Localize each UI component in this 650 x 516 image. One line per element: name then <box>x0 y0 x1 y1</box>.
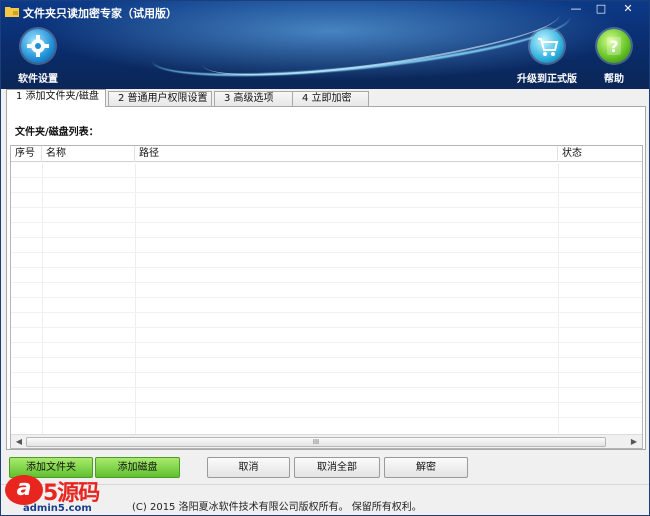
folder-list-table[interactable]: 序号 名称 路径 状态 ◀ III ▶ <box>10 145 643 449</box>
row-divider <box>11 282 642 283</box>
folder-lock-icon <box>5 7 19 17</box>
row-divider <box>11 192 642 193</box>
minimize-button[interactable]: — <box>565 3 587 17</box>
tab-advanced-options[interactable]: 3 高级选项 <box>214 91 294 107</box>
scroll-left-arrow-icon[interactable]: ◀ <box>13 436 25 448</box>
row-divider <box>11 417 642 418</box>
scroll-right-arrow-icon[interactable]: ▶ <box>628 436 640 448</box>
help-label: 帮助 <box>604 74 624 85</box>
table-header: 序号 名称 路径 状态 <box>11 146 642 162</box>
watermark-a-mark: a <box>5 475 43 505</box>
watermark-logo: a 5源码 admin5.com <box>1 471 131 516</box>
horizontal-scrollbar[interactable]: ◀ III ▶ <box>11 434 642 448</box>
row-divider <box>11 357 642 358</box>
column-header-index[interactable]: 序号 <box>11 146 42 162</box>
row-divider <box>11 207 642 208</box>
row-divider <box>11 342 642 343</box>
row-divider <box>11 222 642 223</box>
watermark-url: admin5.com <box>23 503 92 514</box>
header-banner: 文件夹只读加密专家（试用版） — □ ✕ 软件设置 升级到正式版 ? 帮助 <box>1 1 649 89</box>
row-divider <box>11 177 642 178</box>
row-divider <box>11 297 642 298</box>
row-divider <box>11 312 642 313</box>
settings-label: 软件设置 <box>18 74 58 85</box>
tab-add-folder[interactable]: 1 添加文件夹/磁盘 <box>6 89 106 107</box>
decrypt-button[interactable]: 解密 <box>384 457 468 478</box>
list-caption: 文件夹/磁盘列表： <box>15 127 99 138</box>
tab-encrypt-now[interactable]: 4 立即加密 <box>292 91 369 107</box>
maximize-button[interactable]: □ <box>590 3 612 17</box>
shopping-cart-icon <box>530 29 564 63</box>
row-divider <box>11 372 642 373</box>
upgrade-label: 升级到正式版 <box>517 74 577 85</box>
close-button[interactable]: ✕ <box>617 3 639 17</box>
help-button[interactable]: ? 帮助 <box>579 29 649 85</box>
column-divider <box>135 163 136 434</box>
settings-button[interactable]: 软件设置 <box>3 29 73 85</box>
column-header-path[interactable]: 路径 <box>135 146 558 162</box>
row-divider <box>11 402 642 403</box>
column-divider <box>42 163 43 434</box>
row-divider <box>11 252 642 253</box>
app-window: 文件夹只读加密专家（试用版） — □ ✕ 软件设置 升级到正式版 ? 帮助 1 … <box>0 0 650 516</box>
window-title: 文件夹只读加密专家（试用版） <box>23 7 177 20</box>
row-divider <box>11 267 642 268</box>
tab-user-permissions[interactable]: 2 普通用户权限设置 <box>108 91 212 107</box>
row-divider <box>11 327 642 328</box>
question-icon: ? <box>597 29 631 63</box>
cancel-all-button[interactable]: 取消全部 <box>294 457 380 478</box>
svg-text:?: ? <box>609 37 618 56</box>
scrollbar-thumb[interactable]: III <box>26 437 606 447</box>
tab-panel: 文件夹/磁盘列表： 序号 名称 路径 状态 ◀ III ▶ <box>6 106 646 450</box>
row-divider <box>11 387 642 388</box>
copyright-text: (C) 2015 洛阳夏冰软件技术有限公司版权所有。 保留所有权利。 <box>132 502 422 513</box>
upgrade-button[interactable]: 升级到正式版 <box>509 29 585 85</box>
table-body <box>11 163 642 434</box>
column-header-name[interactable]: 名称 <box>42 146 135 162</box>
column-divider <box>558 163 559 434</box>
column-header-status[interactable]: 状态 <box>558 146 642 162</box>
row-divider <box>11 237 642 238</box>
cancel-button[interactable]: 取消 <box>207 457 290 478</box>
gear-icon <box>21 29 55 63</box>
